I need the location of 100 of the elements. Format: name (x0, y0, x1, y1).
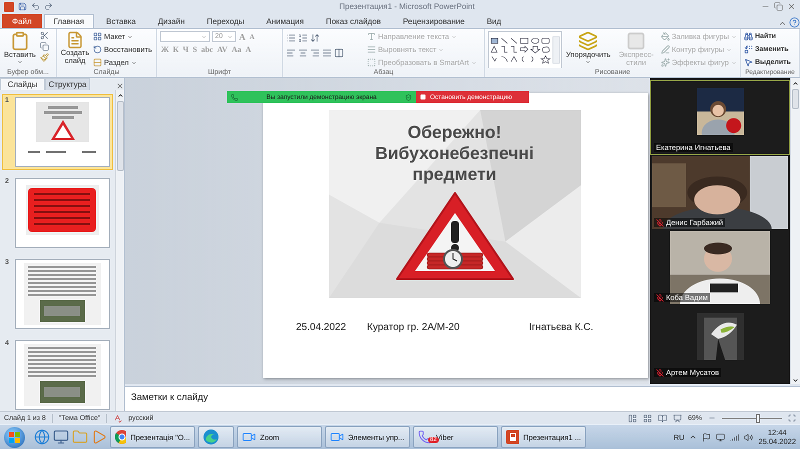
restore-icon[interactable] (774, 2, 783, 11)
caret-icon (470, 60, 477, 66)
align-center-icon[interactable] (298, 48, 308, 58)
video-camera-icon (242, 430, 256, 444)
computer-icon[interactable] (53, 429, 69, 445)
justify-icon[interactable] (322, 48, 332, 58)
start-button[interactable] (4, 426, 25, 448)
copy-icon[interactable] (40, 42, 49, 51)
slide-title: Обережно! Вибухонебезпечні предмети (375, 122, 534, 185)
cut-icon[interactable] (40, 31, 49, 40)
layers-icon (578, 31, 598, 51)
ribbon-tab[interactable]: Переходы (196, 14, 254, 28)
slide-icon (66, 31, 84, 49)
caret-icon (585, 59, 592, 65)
ribbon-tab[interactable]: Вид (476, 14, 512, 28)
ribbon-tab[interactable]: Рецензирование (392, 14, 475, 28)
zoom-slider-thumb[interactable] (756, 414, 760, 422)
align-left-icon[interactable] (286, 48, 296, 58)
caret-icon (127, 34, 134, 40)
video-camera-icon (330, 430, 344, 444)
scrollbar[interactable] (790, 78, 800, 384)
undo-icon[interactable] (31, 2, 40, 11)
phone-icon (231, 94, 238, 100)
line-spacing-icon[interactable] (310, 33, 320, 43)
slide-thumbnail[interactable] (15, 97, 110, 167)
display-icon[interactable] (716, 432, 726, 442)
scroll-up-icon (116, 92, 124, 99)
signal-icon[interactable] (730, 432, 740, 442)
redo-icon[interactable] (44, 2, 53, 11)
ribbon-tab[interactable]: Главная (44, 14, 94, 28)
scroll-thumb[interactable] (792, 89, 799, 109)
clipboard-icon (10, 31, 30, 51)
phone-icon (418, 430, 432, 444)
ribbon-tab[interactable]: Анимация (256, 14, 314, 28)
scroll-thumb[interactable] (116, 101, 124, 171)
caret-icon (730, 60, 737, 66)
caret-icon (130, 60, 137, 66)
file-tab[interactable]: Файл (2, 14, 42, 28)
search-icon (744, 32, 753, 41)
slideshow-icon[interactable] (672, 414, 682, 422)
tray-expand-icon[interactable] (689, 433, 698, 441)
scroll-up-icon (792, 80, 799, 87)
taskbar-button[interactable] (198, 426, 234, 448)
slide-thumbnail[interactable] (15, 178, 110, 248)
section-icon (93, 58, 102, 67)
caret-icon (731, 34, 737, 40)
bullets-icon[interactable] (286, 33, 296, 43)
window-title: Презентация1 - Microsoft PowerPoint (338, 2, 476, 11)
spellcheck-icon[interactable] (113, 414, 122, 422)
scroll-down-icon (792, 377, 799, 384)
panel-tab[interactable]: Структура (45, 78, 90, 90)
volume-icon[interactable] (744, 432, 754, 442)
app-logo (4, 2, 14, 12)
caret-icon (451, 34, 458, 40)
align-right-icon[interactable] (310, 48, 320, 58)
panel-tab[interactable]: Слайды (0, 78, 45, 90)
columns-icon[interactable] (334, 48, 344, 58)
save-icon[interactable] (18, 2, 27, 11)
ribbon-tab[interactable]: Вставка (96, 14, 146, 28)
slide-date: 25.04.2022 (296, 322, 348, 333)
fit-icon[interactable] (788, 414, 796, 422)
pen-icon (660, 45, 670, 54)
curator-text: Куратор гр. 2А/М-20 (367, 322, 461, 333)
notes-field[interactable]: Заметки к слайду (125, 386, 800, 411)
caret-icon (16, 59, 23, 65)
author-name: Ігнатьєва К.С. (529, 322, 594, 333)
smartart-icon (367, 58, 376, 67)
slide-thumbnail[interactable] (15, 340, 110, 410)
format-painter-icon[interactable] (40, 53, 49, 62)
caret-icon (227, 34, 233, 40)
flag-icon[interactable] (702, 432, 712, 442)
text-direction-icon (367, 32, 376, 41)
style-icon (626, 31, 646, 51)
slide-thumbnail[interactable] (15, 259, 110, 329)
sorter-view-icon[interactable] (642, 414, 652, 422)
browser-icon (115, 430, 126, 444)
sparkle-icon (660, 58, 670, 67)
help-icon[interactable] (789, 17, 800, 28)
numbering-icon[interactable] (298, 33, 308, 43)
reading-view-icon[interactable] (658, 414, 667, 422)
close-icon[interactable] (787, 2, 796, 11)
browser-icon (203, 429, 219, 445)
collapse-icon[interactable] (778, 19, 787, 28)
replace-icon (744, 45, 753, 54)
close-icon[interactable] (116, 82, 124, 90)
ribbon-tab[interactable]: Показ слайдов (316, 14, 391, 28)
stop-icon (420, 94, 426, 100)
ribbon-tab[interactable]: Дизайн (148, 14, 195, 28)
caret-icon (201, 34, 207, 40)
font-field[interactable] (160, 31, 210, 42)
caret-icon (438, 46, 444, 52)
browser-icon[interactable] (34, 429, 50, 445)
normal-view-icon[interactable] (628, 414, 637, 422)
paint-bucket-icon (660, 32, 670, 41)
presentation-app-icon (506, 430, 520, 444)
scrollbar[interactable] (115, 90, 124, 411)
align-text-icon (367, 45, 376, 54)
windows-logo-icon (9, 432, 20, 442)
layout-icon (93, 32, 102, 41)
shapes-gallery-drawing[interactable] (488, 31, 562, 68)
